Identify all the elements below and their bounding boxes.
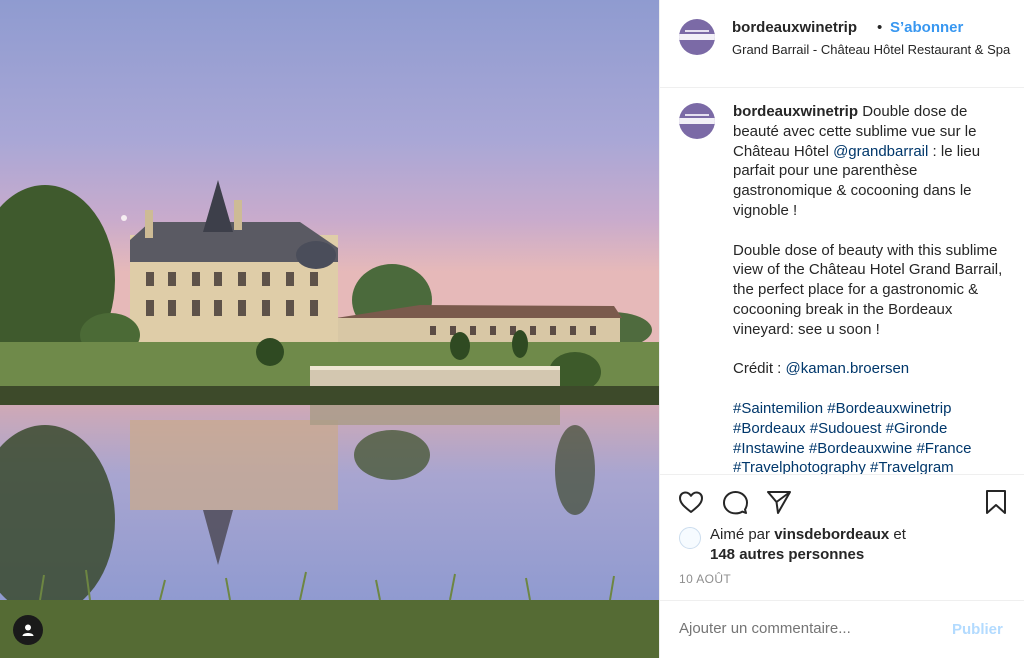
likes-count-link[interactable]: 148 autres personnes — [710, 546, 864, 563]
comment-bar: Publier — [660, 600, 1024, 658]
comment-icon — [721, 491, 749, 520]
likes-text: Aimé par vinsdebordeaux et 148 autres pe… — [710, 525, 906, 565]
save-button[interactable] — [982, 488, 1012, 518]
hashtag[interactable]: #Travelphotography — [733, 459, 866, 474]
user-icon — [21, 623, 35, 637]
hashtag[interactable]: #Bordeauxwinetrip — [827, 400, 951, 417]
hashtag[interactable]: #Bordeauxwine — [809, 440, 912, 457]
mention-grandbarrail[interactable]: @grandbarrail — [833, 143, 928, 160]
mention-photographer[interactable]: @kaman.broersen — [786, 360, 910, 377]
heart-icon — [677, 491, 705, 520]
post-username[interactable]: bordeauxwinetrip — [732, 19, 857, 36]
comment-input[interactable] — [679, 620, 929, 637]
hashtag[interactable]: #Saintemilion — [733, 400, 823, 417]
post-date[interactable]: 10 AOÛT — [679, 572, 731, 586]
credit-label: Crédit : — [733, 360, 782, 378]
post-header: bordeauxwinetrip • S’abonner Grand Barra… — [660, 0, 1024, 88]
publish-button[interactable]: Publier — [952, 621, 1003, 638]
caption-area[interactable]: bordeauxwinetrip Double dose de beauté a… — [660, 88, 1024, 475]
post-side-panel: bordeauxwinetrip • S’abonner Grand Barra… — [659, 0, 1024, 658]
follow-button[interactable]: S’abonner — [890, 19, 963, 36]
bookmark-icon — [982, 490, 1010, 520]
likes-prefix: Aimé par — [710, 526, 771, 543]
action-bar — [660, 475, 1024, 525]
like-button[interactable] — [677, 488, 707, 518]
separator-dot: • — [877, 19, 883, 36]
caption: bordeauxwinetrip Double dose de beauté a… — [733, 102, 1015, 474]
likes-summary: Aimé par vinsdebordeaux et 148 autres pe… — [679, 525, 1019, 569]
hashtag[interactable]: #Sudouest — [810, 420, 882, 437]
caption-text-en: Double dose of beauty with this sublime … — [733, 241, 1003, 338]
caption-avatar[interactable] — [679, 103, 715, 139]
paper-plane-icon — [765, 491, 793, 520]
liker-avatar[interactable] — [679, 527, 701, 549]
avatar[interactable] — [679, 19, 715, 55]
post-location[interactable]: Grand Barrail - Château Hôtel Restaurant… — [732, 42, 1012, 57]
hashtag[interactable]: #France — [916, 440, 971, 457]
comment-button[interactable] — [721, 488, 751, 518]
share-button[interactable] — [765, 488, 795, 518]
hashtag[interactable]: #Gironde — [886, 420, 948, 437]
post-photo[interactable] — [0, 0, 659, 658]
hashtag[interactable]: #Travelgram — [870, 459, 954, 474]
tagged-users-button[interactable] — [13, 615, 43, 645]
likes-conj: et — [893, 526, 906, 543]
hashtag[interactable]: #Instawine — [733, 440, 805, 457]
chateau-photo-illustration — [0, 0, 659, 658]
caption-username[interactable]: bordeauxwinetrip — [733, 103, 858, 120]
liker-username[interactable]: vinsdebordeaux — [774, 526, 889, 543]
hashtag-list: #Saintemilion #Bordeauxwinetrip #Bordeau… — [733, 399, 1015, 474]
hashtag[interactable]: #Bordeaux — [733, 420, 806, 437]
